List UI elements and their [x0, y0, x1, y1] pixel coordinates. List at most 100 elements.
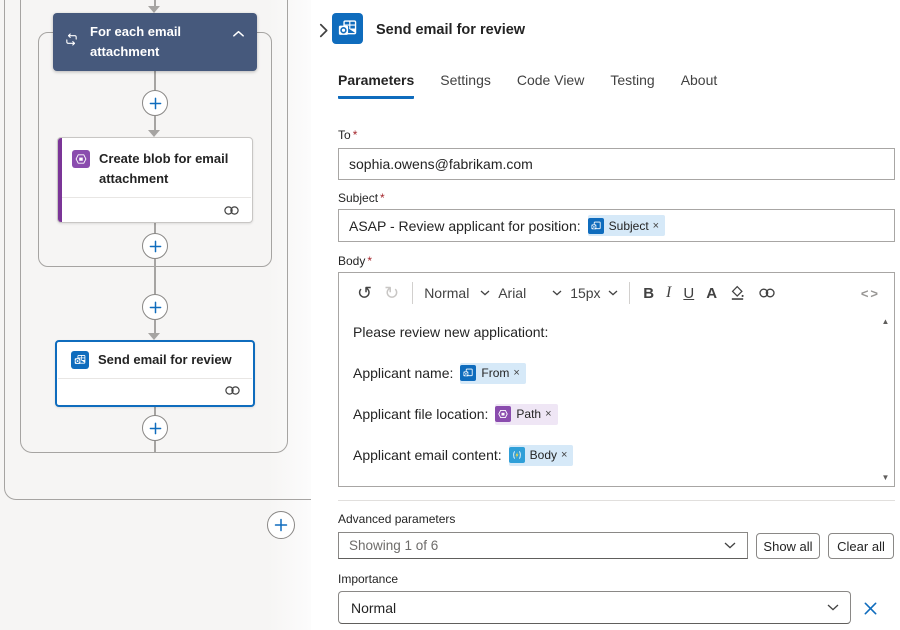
insert-link-icon[interactable]: [752, 287, 782, 299]
collapse-panel-chevron-right-icon[interactable]: [317, 21, 331, 45]
chevron-down-icon: [827, 604, 839, 611]
dynamic-token-from[interactable]: From ×: [460, 363, 525, 384]
create-blob-card[interactable]: Create blob for email attachment: [57, 137, 253, 223]
font-size-dropdown[interactable]: 15px: [566, 285, 622, 301]
body-label: Body*: [338, 254, 372, 268]
subject-text: ASAP - Review applicant for position:: [349, 218, 581, 234]
to-value: sophia.owens@fabrikam.com: [349, 156, 533, 172]
tab-code-view[interactable]: Code View: [517, 72, 584, 99]
clear-all-button[interactable]: Clear all: [828, 533, 894, 559]
blob-accent-bar: [58, 138, 62, 222]
outlook-token-icon: [460, 365, 476, 381]
to-label: To*: [338, 128, 357, 142]
connector-line: [154, 320, 156, 334]
advanced-parameters-value: Showing 1 of 6: [349, 538, 438, 553]
foreach-loop-icon: [63, 31, 80, 53]
underline-button[interactable]: U: [677, 285, 700, 302]
connector-line: [154, 267, 156, 294]
advanced-parameters-dropdown[interactable]: Showing 1 of 6: [338, 532, 748, 559]
outlook-icon: [71, 351, 89, 369]
section-divider: [338, 500, 895, 501]
token-label: Subject: [609, 219, 649, 233]
editor-toolbar: ↺ ↻ Normal Arial 15px B I U A: [339, 273, 894, 313]
required-asterisk: *: [380, 191, 385, 205]
clear-importance-x-icon[interactable]: [860, 598, 880, 618]
toolbar-divider: [412, 282, 413, 304]
italic-button[interactable]: I: [660, 284, 677, 302]
connection-link-icon[interactable]: [223, 203, 240, 221]
scroll-down-icon[interactable]: ▼: [882, 473, 890, 482]
token-remove-icon[interactable]: ×: [513, 367, 519, 379]
required-asterisk: *: [353, 128, 358, 142]
paragraph-style-dropdown[interactable]: Normal: [420, 285, 494, 301]
body-line-text: Applicant name:: [353, 365, 453, 381]
outlook-icon: [332, 13, 363, 44]
importance-dropdown[interactable]: Normal: [338, 591, 851, 624]
token-remove-icon[interactable]: ×: [561, 449, 567, 461]
expression-lightning-token-icon: [509, 447, 525, 463]
insert-step-button[interactable]: [142, 233, 168, 259]
dynamic-token-subject[interactable]: Subject ×: [588, 215, 665, 236]
font-family-dropdown[interactable]: Arial: [494, 285, 566, 301]
connection-link-icon[interactable]: [224, 383, 241, 401]
foreach-card[interactable]: For each email attachment: [53, 13, 257, 71]
collapse-chevron-up-icon[interactable]: [232, 25, 245, 43]
connector-arrow: [148, 6, 160, 13]
insert-step-button[interactable]: [142, 90, 168, 116]
required-asterisk: *: [367, 254, 372, 268]
tab-settings[interactable]: Settings: [440, 72, 491, 99]
connector-line: [154, 116, 156, 131]
insert-step-button[interactable]: [142, 415, 168, 441]
subject-label: Subject*: [338, 191, 385, 205]
token-label: Path: [516, 407, 541, 421]
redo-icon[interactable]: ↻: [378, 284, 405, 302]
insert-step-button[interactable]: [267, 511, 295, 539]
advanced-parameters-label: Advanced parameters: [338, 512, 455, 526]
body-rich-text-editor: ↺ ↻ Normal Arial 15px B I U A: [338, 272, 895, 487]
token-remove-icon[interactable]: ×: [653, 220, 659, 232]
body-content[interactable]: Please review new applicationt: Applican…: [339, 313, 894, 486]
foreach-card-title: For each email attachment: [90, 22, 220, 62]
panel-tabs: Parameters Settings Code View Testing Ab…: [338, 72, 717, 99]
chevron-down-icon: [552, 290, 562, 296]
to-input[interactable]: sophia.owens@fabrikam.com: [338, 148, 895, 180]
code-view-icon[interactable]: <>: [855, 286, 886, 301]
send-email-card[interactable]: Send email for review: [55, 340, 255, 407]
tab-testing[interactable]: Testing: [610, 72, 654, 99]
connector-line: [154, 71, 156, 91]
undo-icon[interactable]: ↺: [351, 284, 378, 302]
connector-arrow: [148, 130, 160, 137]
dynamic-token-path[interactable]: Path ×: [495, 404, 557, 425]
action-details-panel: Send email for review Parameters Setting…: [311, 0, 900, 630]
azure-blob-icon: [72, 150, 90, 168]
tab-parameters[interactable]: Parameters: [338, 72, 414, 99]
dynamic-token-body[interactable]: Body ×: [509, 445, 574, 466]
toolbar-divider: [629, 282, 630, 304]
body-line-text: Applicant file location:: [353, 406, 488, 422]
chevron-down-icon: [480, 290, 490, 296]
token-label: From: [481, 366, 509, 380]
connector-line: [154, 441, 156, 453]
send-email-card-title: Send email for review: [98, 350, 232, 370]
create-blob-card-title: Create blob for email attachment: [99, 149, 240, 189]
body-line-text: Applicant email content:: [353, 447, 502, 463]
flow-canvas[interactable]: For each email attachment: [0, 0, 311, 630]
importance-value: Normal: [351, 600, 396, 616]
importance-label: Importance: [338, 572, 398, 586]
panel-title: Send email for review: [376, 22, 525, 38]
bold-button[interactable]: B: [637, 285, 660, 302]
body-line-text: Please review new applicationt:: [353, 324, 548, 340]
tab-about[interactable]: About: [681, 72, 718, 99]
subject-input[interactable]: ASAP - Review applicant for position: Su…: [338, 209, 895, 242]
editor-scrollbar[interactable]: ▲ ▼: [878, 314, 893, 485]
token-label: Body: [530, 448, 557, 462]
highlight-color-icon[interactable]: [723, 285, 752, 302]
show-all-button[interactable]: Show all: [756, 533, 820, 559]
connector-line: [154, 259, 156, 267]
connector-arrow: [148, 333, 160, 340]
font-color-button[interactable]: A: [700, 285, 723, 302]
insert-step-button[interactable]: [142, 294, 168, 320]
token-remove-icon[interactable]: ×: [545, 408, 551, 420]
chevron-down-icon: [724, 542, 736, 549]
scroll-up-icon[interactable]: ▲: [882, 317, 890, 326]
